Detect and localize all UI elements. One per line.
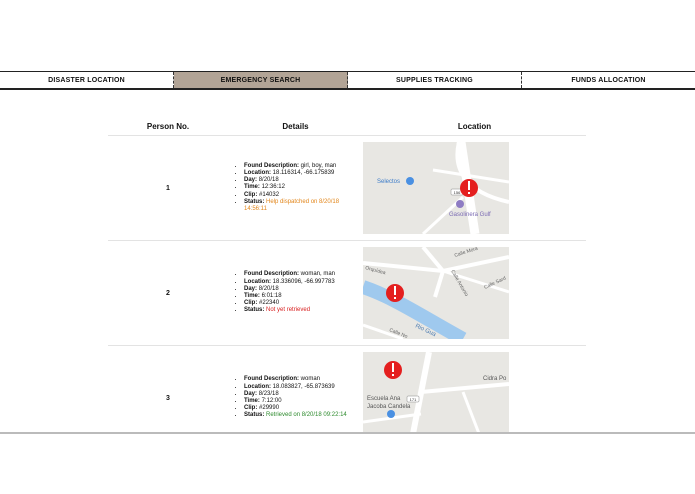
shop-pin-icon — [406, 177, 414, 185]
tab-funds-allocation[interactable]: FUNDS ALLOCATION — [522, 72, 695, 88]
alert-marker-icon[interactable] — [460, 179, 478, 197]
detail-location: Location: 18.116314, -66.175839 — [244, 170, 363, 177]
location-cell: Cidra Po Escuela Ana Jacoba Candela 171 — [363, 345, 586, 432]
detail-day: Day: 8/23/18 — [244, 391, 363, 398]
header-details: Details — [228, 118, 363, 136]
location-cell: Selectos 156 Gasolinera Gulf — [363, 135, 586, 241]
table-row: 3 Found Description: woman Location: 18.… — [108, 345, 586, 432]
detail-time: Time: 12:36:12 — [244, 184, 363, 191]
status-text: Retrieved on 8/20/18 09:22:14 — [266, 412, 347, 419]
main-nav: DISASTER LOCATION EMERGENCY SEARCH SUPPL… — [0, 71, 695, 90]
details-list: Found Description: woman Location: 18.08… — [228, 376, 363, 419]
location-cell: Orquídea Calle Mora Calle Antonio Calle … — [363, 240, 586, 346]
details-cell: Found Description: woman, man Location: … — [228, 240, 363, 346]
alert-marker-icon[interactable] — [386, 284, 404, 302]
tab-emergency-search[interactable]: EMERGENCY SEARCH — [174, 72, 348, 88]
detail-clip: Clip: #22340 — [244, 300, 363, 307]
detail-time: Time: 7:12:00 — [244, 398, 363, 405]
location-map[interactable]: Cidra Po Escuela Ana Jacoba Candela 171 — [363, 352, 509, 432]
map-label: Cidra Po — [483, 376, 507, 382]
map-label: Selectos — [377, 179, 400, 185]
location-map[interactable]: Selectos 156 Gasolinera Gulf — [363, 142, 509, 234]
header-person-no: Person No. — [108, 118, 228, 136]
detail-clip: Clip: #29990 — [244, 405, 363, 412]
tab-disaster-location[interactable]: DISASTER LOCATION — [0, 72, 174, 88]
map-label: Gasolinera Gulf — [449, 212, 491, 218]
detail-location: Location: 18.336096, -66.997783 — [244, 279, 363, 286]
table-header-row: Person No. Details Location — [108, 118, 586, 136]
detail-found: Found Description: girl, boy, man — [244, 163, 363, 170]
details-list: Found Description: woman, man Location: … — [228, 271, 363, 314]
table-row: 2 Found Description: woman, man Location… — [108, 240, 586, 346]
details-cell: Found Description: woman Location: 18.08… — [228, 345, 363, 432]
details-cell: Found Description: girl, boy, man Locati… — [228, 135, 363, 241]
bottom-divider — [0, 432, 695, 434]
detail-found: Found Description: woman — [244, 376, 363, 383]
tab-supplies-tracking[interactable]: SUPPLIES TRACKING — [348, 72, 522, 88]
location-map[interactable]: Orquídea Calle Mora Calle Antonio Calle … — [363, 247, 509, 339]
detail-clip: Clip: #14032 — [244, 192, 363, 199]
header-location: Location — [363, 118, 586, 136]
search-results-table: Person No. Details Location 1 Found Desc… — [108, 118, 586, 432]
route-badge-text: 156 — [454, 190, 461, 195]
detail-status: Status: Help dispatched on 8/20/18 14:56… — [244, 199, 363, 213]
school-pin-icon — [387, 410, 395, 418]
person-number: 2 — [108, 240, 228, 346]
detail-location: Location: 18.083827, -65.873639 — [244, 384, 363, 391]
status-text: Not yet retrieved — [266, 307, 311, 314]
detail-day: Day: 8/20/18 — [244, 286, 363, 293]
map-label: Jacoba Candela — [367, 404, 411, 410]
table-row: 1 Found Description: girl, boy, man Loca… — [108, 135, 586, 241]
details-list: Found Description: girl, boy, man Locati… — [228, 163, 363, 213]
route-badge-text: 171 — [410, 397, 417, 402]
map-label: Escuela Ana — [367, 396, 401, 402]
alert-marker-icon[interactable] — [384, 361, 402, 379]
detail-status: Status: Retrieved on 8/20/18 09:22:14 — [244, 412, 363, 419]
detail-time: Time: 6:01:18 — [244, 293, 363, 300]
person-number: 1 — [108, 135, 228, 241]
results-scroll-area[interactable]: Person No. Details Location 1 Found Desc… — [0, 90, 695, 432]
detail-found: Found Description: woman, man — [244, 271, 363, 278]
detail-day: Day: 8/20/18 — [244, 177, 363, 184]
detail-status: Status: Not yet retrieved — [244, 307, 363, 314]
gas-station-pin-icon — [456, 200, 464, 208]
person-number: 3 — [108, 345, 228, 432]
